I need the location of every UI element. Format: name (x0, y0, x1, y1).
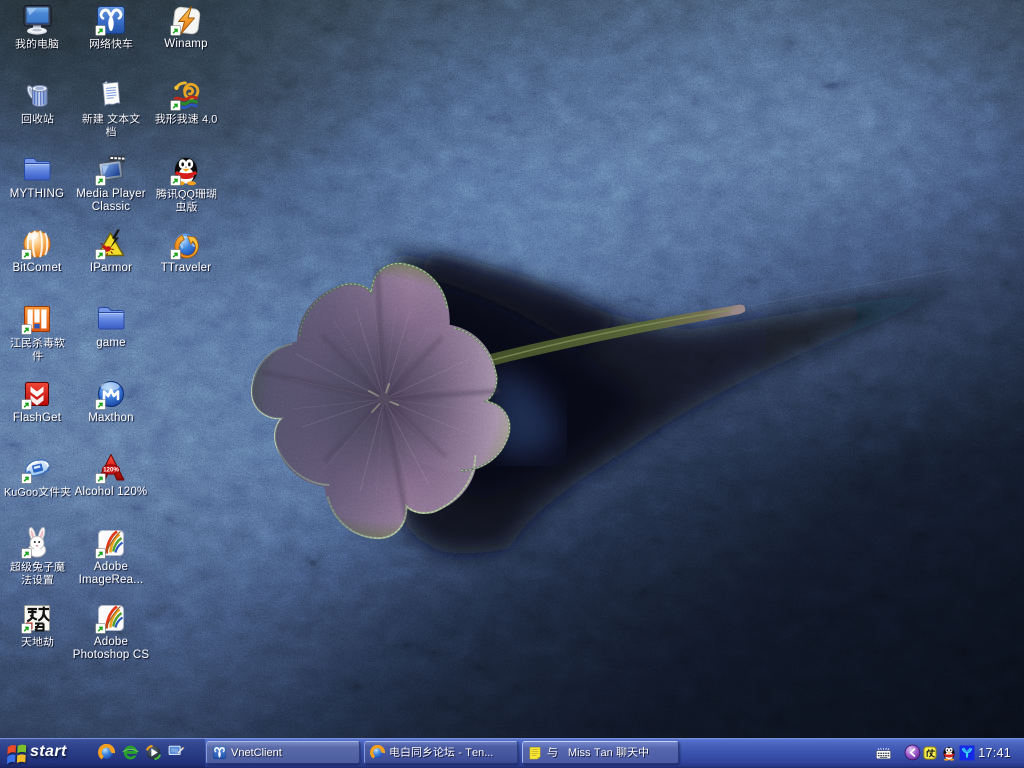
svg-text:120%: 120% (103, 467, 119, 474)
